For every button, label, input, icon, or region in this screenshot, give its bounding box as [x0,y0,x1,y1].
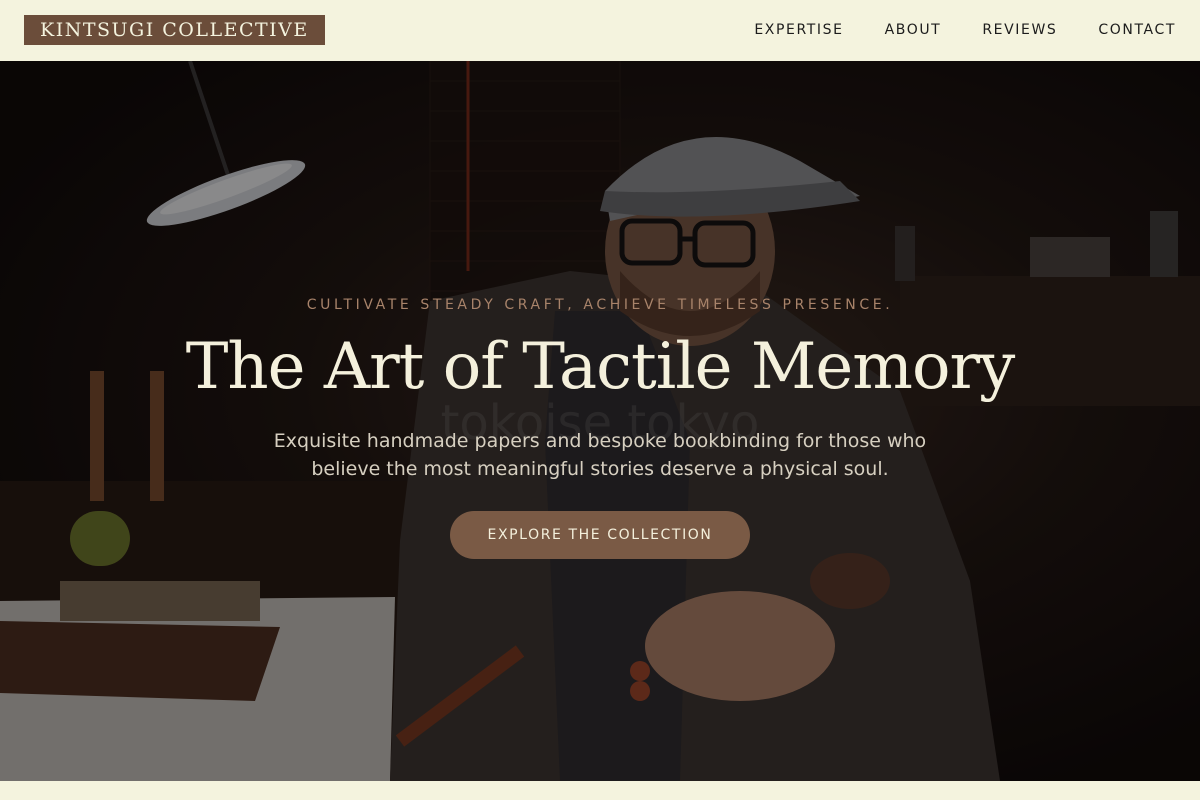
nav-link-expertise[interactable]: EXPERTISE [754,21,843,39]
hero-headline: The Art of Tactile Memory [185,330,1016,404]
explore-collection-button[interactable]: EXPLORE THE COLLECTION [450,511,750,559]
hero-content: CULTIVATE STEADY CRAFT, ACHIEVE TIMELESS… [0,61,1200,781]
hero-eyebrow: CULTIVATE STEADY CRAFT, ACHIEVE TIMELESS… [306,297,894,313]
main-nav: EXPERTISE ABOUT REVIEWS CONTACT [754,21,1176,39]
top-navigation-bar: KINTSUGI COLLECTIVE EXPERTISE ABOUT REVI… [0,0,1200,61]
nav-link-reviews[interactable]: REVIEWS [982,21,1057,39]
page-bottom-strip [0,781,1200,800]
hero-section: tokoise tokyo CULTIVATE STEADY CRAFT, AC… [0,61,1200,781]
nav-link-contact[interactable]: CONTACT [1098,21,1176,39]
hero-subtext: Exquisite handmade papers and bespoke bo… [273,430,927,480]
nav-link-about[interactable]: ABOUT [885,21,942,39]
brand-logo[interactable]: KINTSUGI COLLECTIVE [24,15,325,45]
